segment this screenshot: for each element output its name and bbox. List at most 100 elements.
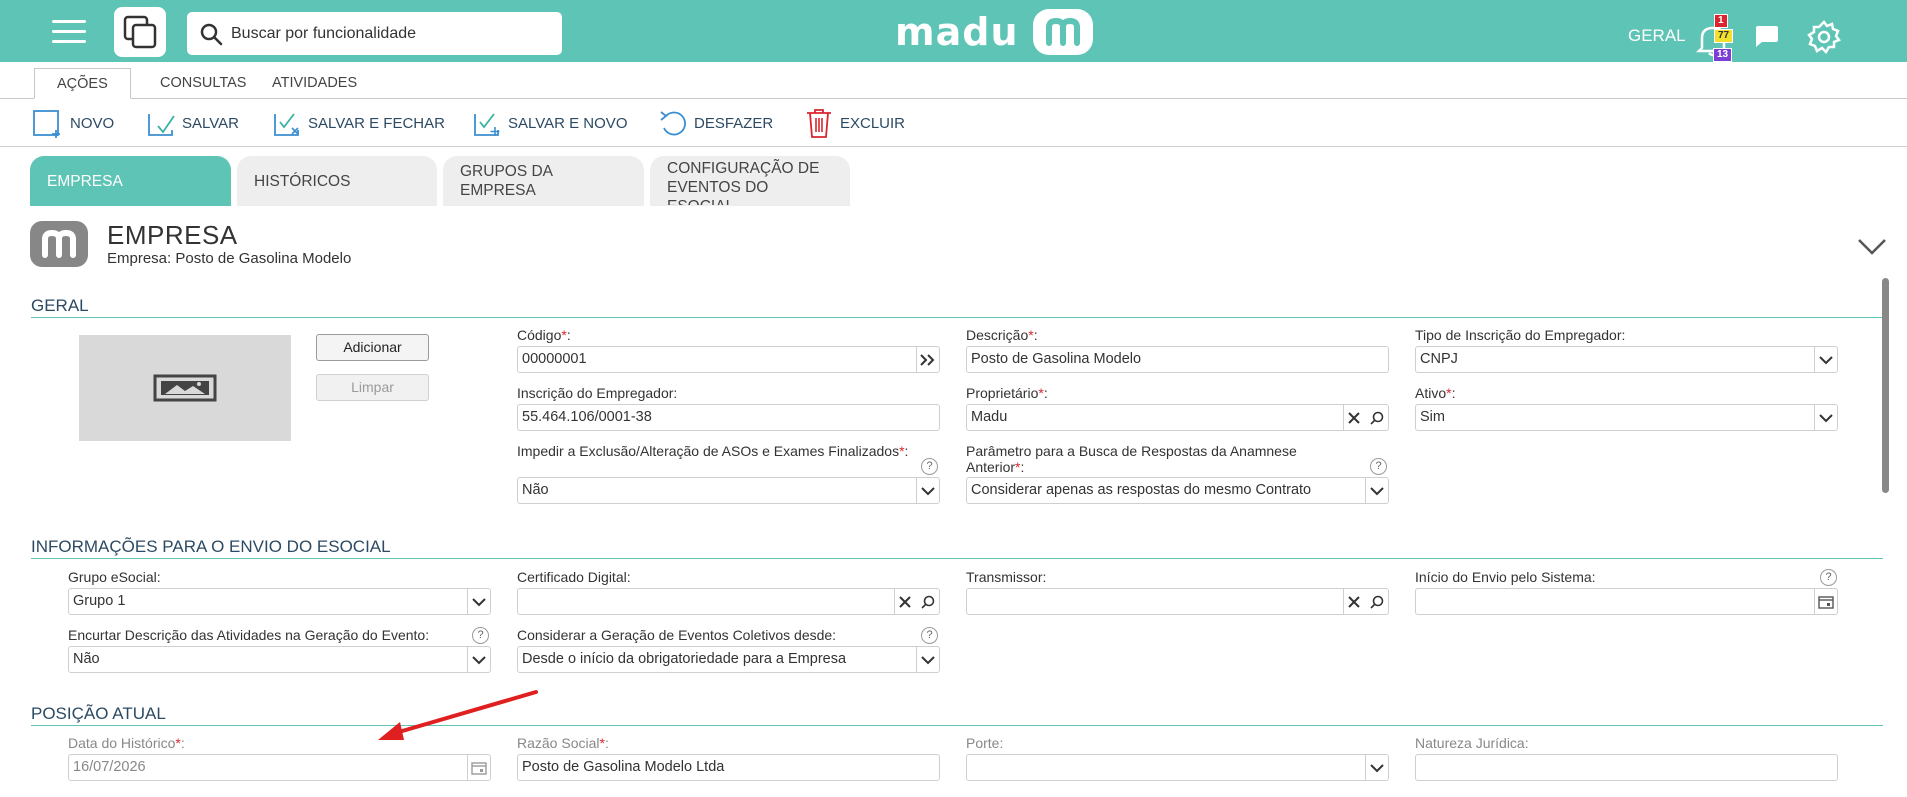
chat-icon[interactable]: [1754, 24, 1780, 51]
limpar-button[interactable]: Limpar: [316, 374, 429, 401]
tab-acoes[interactable]: Ações: [34, 68, 131, 99]
ativo-label: Ativo*:: [1415, 385, 1456, 401]
considerar-label: Considerar a Geração de Eventos Coletivo…: [517, 627, 837, 643]
salvar-e-novo-label: SALVAR E NOVO: [508, 114, 628, 132]
impedir-select[interactable]: Não: [517, 477, 940, 504]
inscricao-field[interactable]: 55.464.106/0001-38: [517, 404, 940, 431]
chevron-down-icon[interactable]: [468, 647, 490, 672]
salvar-e-fechar-label: SALVAR E FECHAR: [308, 114, 445, 132]
considerar-select[interactable]: Desde o início da obrigatoriedade para a…: [517, 646, 940, 673]
clear-icon[interactable]: [1343, 405, 1365, 430]
trash-icon: [807, 109, 831, 138]
madu-logo: madu: [895, 8, 1093, 56]
lookup-search-icon[interactable]: [1366, 589, 1388, 614]
search-input[interactable]: [231, 24, 551, 43]
tab-atividades[interactable]: Atividades: [272, 68, 357, 99]
inicio-envio-date[interactable]: [1415, 588, 1838, 615]
ativo-select[interactable]: Sim: [1415, 404, 1838, 431]
parametro-label: Parâmetro para a Busca de Respostas da A…: [966, 443, 1297, 475]
parametro-value: Considerar apenas as respostas do mesmo …: [971, 482, 1312, 498]
porte-select[interactable]: [966, 754, 1389, 781]
vertical-scrollbar[interactable]: [1882, 278, 1889, 493]
chevron-down-icon[interactable]: [1815, 347, 1837, 372]
encurtar-select[interactable]: Não: [68, 646, 491, 673]
logo-badge-icon: [1032, 9, 1093, 55]
logo-text: madu: [895, 10, 1019, 54]
lookup-search-icon[interactable]: [1366, 405, 1388, 430]
certificado-field[interactable]: [517, 588, 940, 615]
hamburger-menu-icon[interactable]: [52, 20, 86, 44]
adicionar-button[interactable]: Adicionar: [316, 334, 429, 361]
next-code-icon[interactable]: [917, 347, 939, 372]
lookup-search-icon[interactable]: [917, 589, 939, 614]
notification-badge-purple: 13: [1713, 48, 1733, 62]
tab-grupos-da-empresa[interactable]: GRUPOS DA EMPRESA: [443, 156, 644, 206]
proprietario-field[interactable]: Madu: [966, 404, 1389, 431]
chevron-down-icon[interactable]: [1815, 405, 1837, 430]
help-icon[interactable]: ?: [921, 458, 938, 475]
notifications-bell-icon[interactable]: 1 77 13: [1696, 14, 1736, 62]
windows-icon[interactable]: [114, 7, 166, 57]
calendar-icon[interactable]: [468, 755, 490, 780]
tab-grupos-label: GRUPOS DA EMPRESA: [460, 163, 553, 199]
parametro-select[interactable]: Considerar apenas as respostas do mesmo …: [966, 477, 1389, 504]
considerar-value: Desde o início da obrigatoriedade para a…: [522, 651, 847, 667]
grupo-esocial-select[interactable]: Grupo 1: [68, 588, 491, 615]
help-icon[interactable]: ?: [1370, 458, 1387, 475]
notification-badge-yellow: 77: [1714, 29, 1734, 43]
clear-icon[interactable]: [1343, 589, 1365, 614]
descricao-label: Descrição*:: [966, 327, 1038, 343]
proprietario-label: Proprietário*:: [966, 385, 1048, 401]
inscricao-value: 55.464.106/0001-38: [522, 409, 652, 425]
novo-button[interactable]: NOVO: [32, 107, 114, 139]
chevron-down-icon[interactable]: [468, 589, 490, 614]
chevron-down-icon[interactable]: [917, 647, 939, 672]
chevron-down-icon[interactable]: [917, 478, 939, 503]
salvar-e-fechar-button[interactable]: SALVAR E FECHAR: [272, 107, 445, 139]
codigo-field[interactable]: 00000001: [517, 346, 940, 373]
razao-social-value: Posto de Gasolina Modelo Ltda: [522, 759, 725, 775]
data-historico-value: 16/07/2026: [73, 759, 146, 775]
clear-icon[interactable]: [894, 589, 916, 614]
ativo-value: Sim: [1420, 409, 1445, 425]
tipo-inscricao-value: CNPJ: [1420, 351, 1458, 367]
transmissor-field[interactable]: [966, 588, 1389, 615]
help-icon[interactable]: ?: [1820, 569, 1837, 586]
search-icon: [200, 23, 223, 45]
calendar-icon[interactable]: [1815, 589, 1837, 614]
tab-historicos[interactable]: HISTÓRICOS: [237, 156, 437, 206]
help-icon[interactable]: ?: [921, 627, 938, 644]
excluir-button[interactable]: EXCLUIR: [804, 107, 905, 139]
chevron-down-icon[interactable]: [1366, 755, 1388, 780]
porte-label: Porte:: [966, 735, 1004, 751]
descricao-field[interactable]: Posto de Gasolina Modelo: [966, 346, 1389, 373]
save-close-icon: [274, 113, 299, 136]
tab-consultas[interactable]: Consultas: [160, 68, 246, 99]
top-bar: madu GERAL 1 77 13: [0, 0, 1907, 62]
settings-gear-icon[interactable]: [1806, 19, 1842, 58]
section-posicao-title: POSIÇÃO ATUAL: [31, 704, 166, 723]
scope-label[interactable]: GERAL: [1628, 26, 1686, 46]
save-icon: [148, 114, 175, 136]
encurtar-value: Não: [73, 651, 100, 667]
chevron-down-icon[interactable]: [1857, 238, 1887, 259]
data-historico-label: Data do Histórico*:: [68, 735, 185, 751]
natureza-juridica-label: Natureza Jurídica:: [1415, 735, 1529, 751]
codigo-value: 00000001: [522, 351, 587, 367]
help-icon[interactable]: ?: [472, 627, 489, 644]
natureza-juridica-field[interactable]: [1415, 754, 1838, 781]
salvar-button[interactable]: SALVAR: [146, 107, 239, 139]
desfazer-button[interactable]: DESFAZER: [658, 107, 773, 139]
salvar-label: SALVAR: [182, 114, 239, 132]
tab-historicos-label: HISTÓRICOS: [254, 172, 351, 190]
tab-configuracao-eventos[interactable]: CONFIGURAÇÃO DE EVENTOS DO ESOCIAL: [650, 156, 850, 206]
razao-social-field[interactable]: Posto de Gasolina Modelo Ltda: [517, 754, 940, 781]
tab-empresa[interactable]: EMPRESA: [30, 156, 231, 206]
tipo-inscricao-select[interactable]: CNPJ: [1415, 346, 1838, 373]
chevron-down-icon[interactable]: [1366, 478, 1388, 503]
search-box[interactable]: [187, 12, 562, 55]
encurtar-label: Encurtar Descrição das Atividades na Ger…: [68, 627, 430, 643]
salvar-e-novo-button[interactable]: SALVAR E NOVO: [472, 107, 627, 139]
excluir-label: EXCLUIR: [840, 114, 906, 132]
data-historico-date[interactable]: 16/07/2026: [68, 754, 491, 781]
